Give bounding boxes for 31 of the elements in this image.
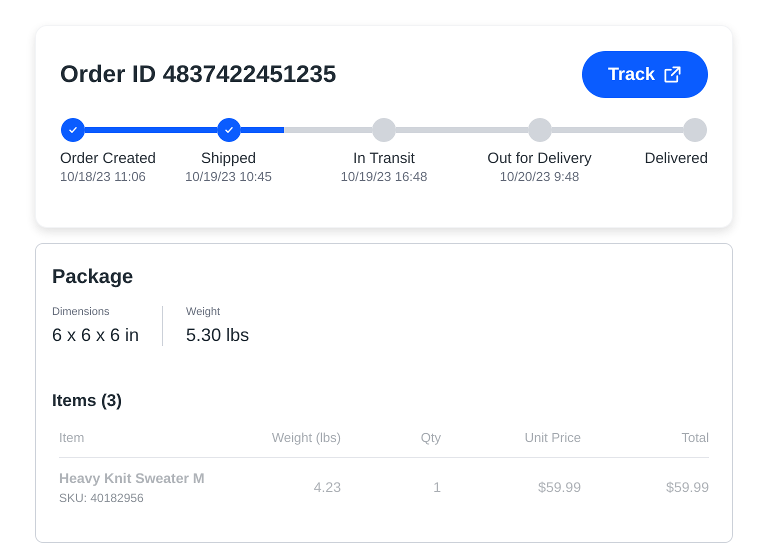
table-cell-text: 1 xyxy=(432,478,441,497)
step-label: Shipped xyxy=(200,149,256,169)
step-time: 10/20/23 9:48 xyxy=(500,169,580,185)
check-icon xyxy=(68,125,78,135)
step-label: In Transit xyxy=(353,149,415,169)
items-title: Items (3) xyxy=(52,390,123,412)
check-icon xyxy=(224,125,234,135)
table-cell-text: $59.99 xyxy=(665,478,709,497)
column-header: Qty xyxy=(420,428,441,447)
table-cell-text: $59.99 xyxy=(537,478,581,497)
stat-label: Dimensions xyxy=(52,306,110,318)
step-time: 10/18/23 11:06 xyxy=(60,169,146,185)
item-name: Heavy Knit Sweater M xyxy=(59,469,206,488)
stat-label: Weight xyxy=(186,306,222,318)
step-label: Out for Delivery xyxy=(487,149,592,169)
step-label: Order Created xyxy=(60,149,156,169)
column-header: Total xyxy=(680,428,709,446)
stat-value: 5.30 lbs xyxy=(186,324,250,347)
package-title: Package xyxy=(52,265,134,290)
stat-value: 6 x 6 x 6 in xyxy=(52,324,140,347)
table-cell-text: 4.23 xyxy=(312,478,341,497)
column-header: Unit Price xyxy=(524,428,581,446)
external-link-icon xyxy=(663,65,682,84)
order-title: Order ID 4837422451235 xyxy=(60,60,336,90)
step-time: 10/19/23 10:45 xyxy=(185,169,272,185)
column-header: Weight (lbs) xyxy=(270,428,341,447)
step-label: Delivered xyxy=(644,149,708,169)
item-sku: SKU: 40182956 xyxy=(59,490,145,507)
step-time: 10/19/23 16:48 xyxy=(340,169,428,185)
column-header: Item xyxy=(59,428,86,446)
track-button[interactable]: Track xyxy=(582,51,708,98)
